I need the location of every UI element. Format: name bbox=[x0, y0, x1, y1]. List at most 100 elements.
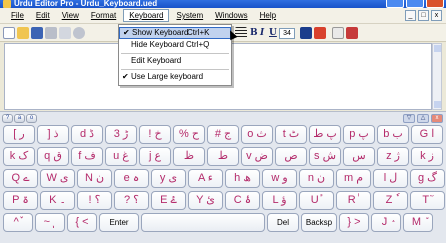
key[interactable]: { < bbox=[67, 213, 97, 232]
key[interactable]: ! خ bbox=[139, 125, 171, 144]
keyboard-tab[interactable]: o bbox=[26, 114, 37, 123]
key[interactable]: س bbox=[343, 147, 375, 166]
delete-key[interactable]: Del bbox=[267, 213, 299, 232]
menu-view[interactable]: View bbox=[57, 10, 84, 21]
key[interactable]: t ٹ bbox=[275, 125, 307, 144]
scroll-up-icon[interactable] bbox=[434, 45, 441, 52]
keyboard-expand-button[interactable]: △ bbox=[417, 114, 429, 123]
key[interactable]: W ی bbox=[40, 169, 75, 188]
key[interactable]: ^ ٚ bbox=[3, 213, 33, 232]
key[interactable]: Y ئ bbox=[188, 191, 223, 210]
key[interactable]: k ک bbox=[3, 147, 35, 166]
doc-minimize-button[interactable]: _ bbox=[405, 10, 416, 21]
minimize-button[interactable] bbox=[386, 0, 404, 8]
key[interactable]: ! ؟ bbox=[77, 191, 112, 210]
open-folder-icon[interactable] bbox=[17, 27, 29, 39]
preview-icon[interactable] bbox=[59, 27, 71, 39]
doc-close-button[interactable]: x bbox=[431, 10, 442, 21]
key[interactable]: j ع bbox=[139, 147, 171, 166]
menu-item-use-large-keyboard[interactable]: ✔ Use Large keyboard bbox=[119, 71, 231, 83]
menu-keyboard[interactable]: Keyboard bbox=[123, 9, 170, 22]
key[interactable]: q ق bbox=[37, 147, 69, 166]
key[interactable]: A ء bbox=[188, 169, 223, 188]
key[interactable]: ظ bbox=[173, 147, 205, 166]
key[interactable]: پ ط bbox=[309, 125, 341, 144]
key[interactable]: p پ bbox=[343, 125, 375, 144]
key[interactable]: s ش bbox=[309, 147, 341, 166]
key[interactable]: G ا bbox=[411, 125, 443, 144]
key[interactable]: J ٛ bbox=[371, 213, 401, 232]
key[interactable]: T ٓ bbox=[410, 191, 445, 210]
key[interactable]: N ن bbox=[77, 169, 112, 188]
key[interactable]: h ھ bbox=[225, 169, 260, 188]
key[interactable]: R ٰ bbox=[336, 191, 371, 210]
menu-edit[interactable]: Edit bbox=[31, 10, 55, 21]
keyboard-tab[interactable]: a bbox=[14, 114, 25, 123]
key[interactable]: } > bbox=[339, 213, 369, 232]
key[interactable]: Q ے bbox=[3, 169, 38, 188]
keyboard-collapse-button[interactable]: ▽ bbox=[403, 114, 415, 123]
key[interactable]: o ث bbox=[241, 125, 273, 144]
vertical-scrollbar[interactable] bbox=[432, 43, 442, 110]
key[interactable]: ] ذ bbox=[37, 125, 69, 144]
key[interactable]: z ژ bbox=[377, 147, 409, 166]
close-button[interactable] bbox=[426, 0, 444, 8]
pen-icon[interactable] bbox=[346, 27, 358, 39]
menu-system[interactable]: System bbox=[171, 10, 208, 21]
key[interactable]: 3 ڑ bbox=[105, 125, 137, 144]
key[interactable]: y ی bbox=[151, 169, 186, 188]
key[interactable]: ~ ٖ bbox=[35, 213, 65, 232]
key[interactable]: v ض bbox=[241, 147, 273, 166]
backspace-key[interactable]: Backsp bbox=[301, 213, 337, 232]
key[interactable]: U ٔ bbox=[299, 191, 334, 210]
key[interactable]: C ۂ bbox=[225, 191, 260, 210]
key[interactable]: ص bbox=[275, 147, 307, 166]
menu-help[interactable]: Help bbox=[255, 10, 281, 21]
keyboard-close-button[interactable]: x bbox=[431, 114, 443, 123]
key[interactable]: K ۔ bbox=[40, 191, 75, 210]
key[interactable]: b ب bbox=[377, 125, 409, 144]
key[interactable]: [ ر bbox=[3, 125, 35, 144]
key[interactable]: # ج bbox=[207, 125, 239, 144]
key[interactable]: P ۃ bbox=[3, 191, 38, 210]
space-key[interactable] bbox=[141, 213, 265, 232]
key[interactable]: w و bbox=[262, 169, 297, 188]
print-icon[interactable] bbox=[45, 27, 57, 39]
keyboard-tab[interactable]: ? bbox=[2, 114, 13, 123]
enter-key[interactable]: Enter bbox=[99, 213, 139, 232]
eraser-icon[interactable] bbox=[332, 27, 344, 39]
key[interactable]: L ؤ bbox=[262, 191, 297, 210]
key[interactable]: Z ٗ bbox=[373, 191, 408, 210]
underline-button[interactable]: U bbox=[269, 27, 277, 39]
menu-format[interactable]: Format bbox=[86, 10, 121, 21]
key[interactable]: k ز bbox=[411, 147, 443, 166]
key[interactable]: ط bbox=[207, 147, 239, 166]
doc-restore-button[interactable]: □ bbox=[418, 10, 429, 21]
scroll-down-icon[interactable] bbox=[434, 101, 441, 108]
italic-button[interactable]: I bbox=[260, 27, 264, 39]
menu-item-show-keyboard[interactable]: ✔ Show Keyboard Ctrl+K bbox=[119, 27, 238, 41]
key[interactable]: E ۓ bbox=[151, 191, 186, 210]
key[interactable]: d ڈ bbox=[71, 125, 103, 144]
menu-windows[interactable]: Windows bbox=[210, 10, 252, 21]
highlight-icon[interactable] bbox=[314, 27, 326, 39]
key[interactable]: m م bbox=[336, 169, 371, 188]
key[interactable]: e ہ bbox=[114, 169, 149, 188]
key[interactable]: l ل bbox=[373, 169, 408, 188]
save-icon[interactable] bbox=[31, 27, 43, 39]
key[interactable]: g گ bbox=[410, 169, 445, 188]
key[interactable]: u غ bbox=[105, 147, 137, 166]
menu-item-edit-keyboard[interactable]: Edit Keyboard bbox=[119, 55, 231, 67]
text-color-icon[interactable] bbox=[300, 27, 312, 39]
maximize-button[interactable] bbox=[406, 0, 424, 8]
menu-item-hide-keyboard[interactable]: Hide Keyboard Ctrl+Q bbox=[119, 39, 231, 51]
key[interactable]: % ح bbox=[173, 125, 205, 144]
new-document-icon[interactable] bbox=[3, 27, 15, 39]
key[interactable]: f ف bbox=[71, 147, 103, 166]
bold-button[interactable]: B bbox=[250, 27, 258, 39]
key[interactable]: M ٘ bbox=[403, 213, 433, 232]
font-size-box[interactable]: 34 bbox=[279, 28, 295, 39]
key[interactable]: ? ؟ bbox=[114, 191, 149, 210]
settings-icon[interactable] bbox=[73, 27, 85, 39]
key[interactable]: n ن bbox=[299, 169, 334, 188]
